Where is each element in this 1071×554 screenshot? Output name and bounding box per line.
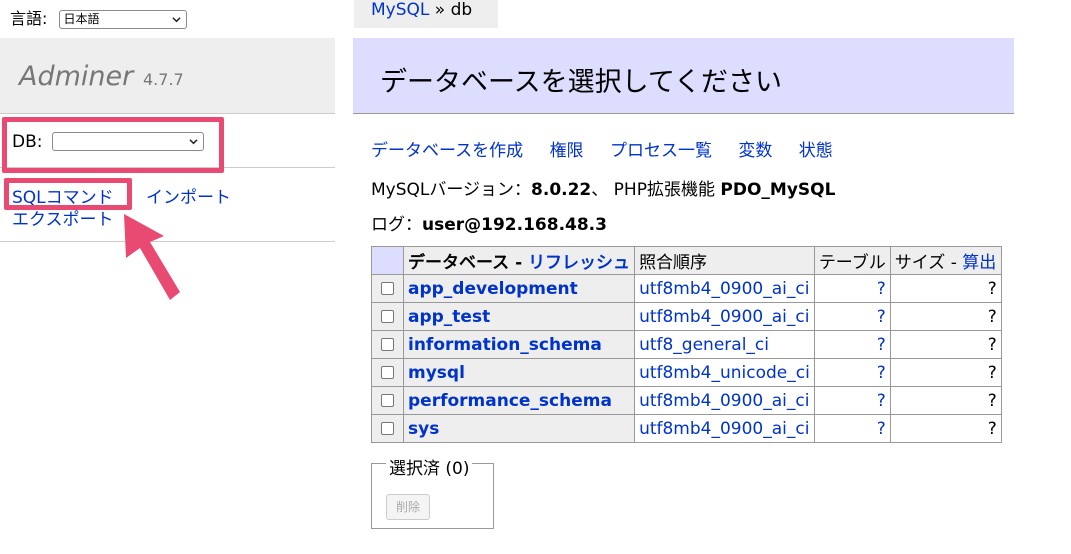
size-cell: ? [889, 386, 1002, 415]
selected-legend: 選択済 (0) [386, 454, 473, 479]
collation-link[interactable]: utf8_general_ci [639, 335, 769, 355]
row-checkbox[interactable] [381, 365, 394, 379]
login-info: ログ：user@192.168.48.3 [371, 210, 607, 235]
database-table: データベース - リフレッシュ 照合順序 テーブル サイズ - 算出 app_d… [371, 246, 1002, 443]
tables-count-link[interactable]: ? [877, 419, 886, 439]
compute-size-link[interactable]: 算出 [962, 253, 996, 273]
collation-link[interactable]: utf8mb4_unicode_ci [639, 363, 810, 383]
breadcrumb-root[interactable]: MySQL [371, 0, 429, 20]
database-link[interactable]: app_test [408, 307, 490, 327]
chevron-down-icon [171, 17, 181, 23]
table-row: sys utf8mb4_0900_ai_ci ? ? [371, 414, 1002, 443]
tables-count-link[interactable]: ? [877, 307, 886, 327]
logo-area: Adminer 4.7.7 [0, 38, 335, 114]
collation-link[interactable]: utf8mb4_0900_ai_ci [639, 391, 809, 411]
size-cell: ? [889, 414, 1002, 443]
row-checkbox[interactable] [381, 309, 394, 323]
collation-column-header: 照合順序 [634, 246, 815, 275]
login-label: ログ： [371, 215, 422, 235]
row-checkbox[interactable] [381, 421, 394, 435]
collation-link[interactable]: utf8mb4_0900_ai_ci [639, 279, 809, 299]
variables-link[interactable]: 変数 [738, 141, 772, 161]
language-select[interactable]: 日本語 [58, 10, 187, 29]
select-all-cell [371, 246, 404, 275]
php-extension-label: PHP拡張機能 [613, 180, 715, 200]
table-row: performance_schema utf8mb4_0900_ai_ci ? … [371, 386, 1002, 415]
tables-count-link[interactable]: ? [877, 363, 886, 383]
size-cell: ? [889, 274, 1002, 303]
database-link[interactable]: mysql [408, 363, 465, 383]
table-row: mysql utf8mb4_unicode_ci ? ? [371, 358, 1002, 387]
version-separator: 、 [591, 180, 609, 200]
database-link[interactable]: app_development [408, 279, 578, 299]
row-checkbox[interactable] [381, 281, 394, 295]
language-bar: 言語: 日本語 [10, 5, 187, 29]
database-column-header: データベース - リフレッシュ [402, 246, 636, 275]
table-header-row: データベース - リフレッシュ 照合順序 テーブル サイズ - 算出 [371, 246, 1002, 275]
db-highlight-box [2, 117, 224, 173]
tables-count-link[interactable]: ? [877, 279, 886, 299]
database-link[interactable]: sys [408, 419, 439, 439]
database-link[interactable]: performance_schema [408, 391, 612, 411]
tables-column-header: テーブル [813, 246, 891, 275]
table-row: app_test utf8mb4_0900_ai_ci ? ? [371, 302, 1002, 331]
logo-version: 4.7.7 [143, 70, 184, 89]
privileges-link[interactable]: 権限 [550, 141, 584, 161]
breadcrumb: MySQL » db [354, 0, 498, 28]
create-database-link[interactable]: データベースを作成 [371, 141, 523, 161]
size-cell: ? [889, 358, 1002, 387]
process-list-link[interactable]: プロセス一覧 [610, 141, 712, 161]
size-column-header: サイズ - 算出 [889, 246, 1002, 275]
logo-name[interactable]: Adminer [19, 61, 133, 92]
page-title: データベースを選択してください [380, 67, 783, 98]
breadcrumb-separator: » [429, 0, 451, 20]
page-header: データベースを選択してください [353, 38, 1014, 114]
row-checkbox[interactable] [381, 337, 394, 351]
mysql-version-label: MySQLバージョン： [371, 180, 532, 200]
breadcrumb-current: db [450, 0, 473, 20]
mysql-version: 8.0.22 [531, 180, 592, 200]
table-row: information_schema utf8_general_ci ? ? [371, 330, 1002, 359]
collation-link[interactable]: utf8mb4_0900_ai_ci [639, 419, 809, 439]
row-checkbox[interactable] [381, 393, 394, 407]
version-info: MySQLバージョン：8.0.22、 PHP拡張機能 PDO_MySQL [371, 175, 835, 200]
size-cell: ? [889, 330, 1002, 359]
delete-button[interactable]: 削除 [386, 494, 430, 520]
language-label: 言語: [10, 9, 48, 28]
selected-fieldset: 選択済 (0) 削除 [371, 454, 494, 529]
action-links: データベースを作成 権限 プロセス一覧 変数 状態 [371, 136, 854, 161]
refresh-link[interactable]: リフレッシュ [528, 253, 630, 273]
tables-count-link[interactable]: ? [877, 391, 886, 411]
table-row: app_development utf8mb4_0900_ai_ci ? ? [371, 274, 1002, 303]
tables-count-link[interactable]: ? [877, 335, 886, 355]
language-select-value: 日本語 [63, 12, 100, 26]
login-user: user@192.168.48.3 [422, 215, 607, 235]
annotation-arrow-icon [124, 214, 180, 300]
collation-link[interactable]: utf8mb4_0900_ai_ci [639, 307, 809, 327]
php-extension: PDO_MySQL [720, 180, 836, 200]
database-link[interactable]: information_schema [408, 335, 602, 355]
status-link[interactable]: 状態 [799, 141, 833, 161]
size-cell: ? [889, 302, 1002, 331]
